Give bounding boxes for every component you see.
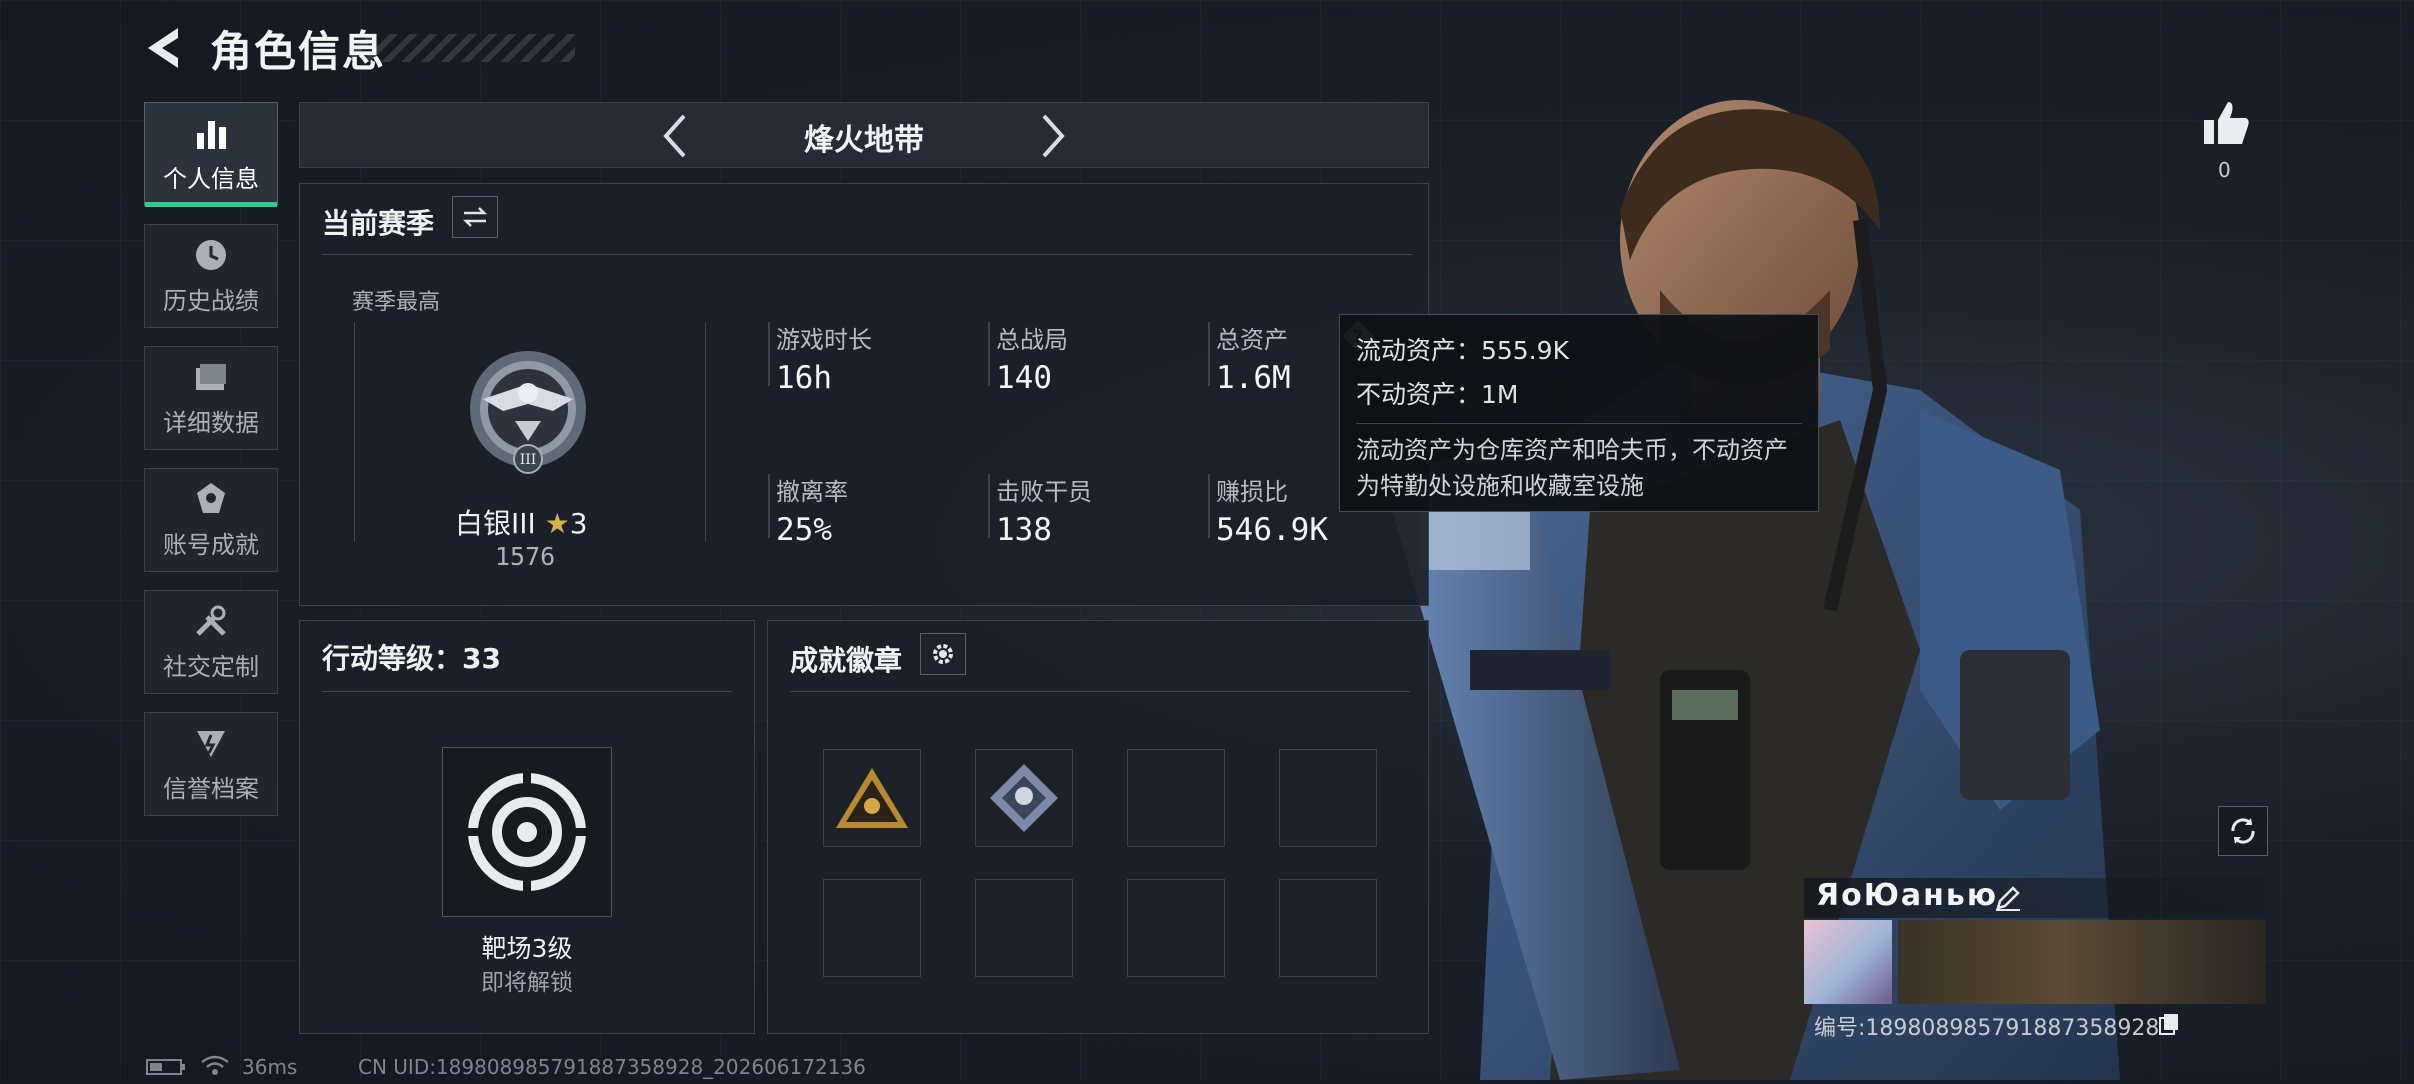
sidebar-item-social[interactable]: 社交定制 [144, 590, 278, 694]
stat-label-assets: 总资产 [1216, 326, 1288, 354]
sidebar-item-credit[interactable]: 信誉档案 [144, 712, 278, 816]
badge-settings-button[interactable] [920, 633, 966, 675]
refresh-icon [2231, 818, 2255, 844]
stat-separator [768, 474, 770, 538]
mode-title: 烽火地带 [804, 123, 924, 158]
avatar[interactable] [1804, 920, 1892, 1004]
sidebar-item-label: 个人信息 [163, 164, 259, 193]
stat-separator [1208, 322, 1210, 386]
badges-panel: 成就徽章 [767, 620, 1429, 1034]
pencil-icon [1996, 886, 2020, 911]
mode-selector: 烽火地带 [299, 102, 1429, 168]
level-title: 行动等级：33 [322, 642, 501, 675]
wifi-icon [200, 1054, 230, 1080]
badge-slot-empty[interactable] [1127, 749, 1225, 847]
stat-label-playtime: 游戏时长 [776, 326, 872, 354]
stat-value-playtime: 16h [776, 360, 832, 396]
switch-season-button[interactable] [452, 196, 498, 238]
sidebar-item-label: 详细数据 [163, 408, 259, 437]
ping-value: 36ms [242, 1055, 298, 1079]
copy-icon [2159, 1014, 2178, 1035]
sidebar-item-label: 历史战绩 [163, 286, 259, 315]
season-panel: 当前赛季 赛季最高 III 白银III ★3 1576 游戏时长 16h 总战局… [299, 183, 1429, 606]
sidebar-item-details[interactable]: 详细数据 [144, 346, 278, 450]
stat-label-matches: 总战局 [996, 326, 1068, 354]
credit-icon [191, 725, 231, 761]
badge-slot-empty[interactable] [1279, 749, 1377, 847]
clock-icon [191, 237, 231, 273]
wrench-icon [191, 603, 231, 639]
rank-name: 白银III [455, 507, 536, 540]
battery-icon [146, 1058, 186, 1080]
badge-slot[interactable] [975, 749, 1073, 847]
stat-separator [988, 322, 990, 386]
rank-label: 白银III ★3 [455, 502, 588, 542]
uid-text: CN UID:18980898579188735892‍8_2026061721… [358, 1055, 866, 1079]
divider [322, 691, 732, 692]
stat-value-extract-rate: 25% [776, 512, 832, 548]
back-arrow-icon [148, 28, 178, 68]
stat-separator [1208, 474, 1210, 538]
badge-slot[interactable] [823, 749, 921, 847]
triangle-badge-icon [836, 768, 908, 828]
refresh-button[interactable] [2218, 806, 2268, 856]
star-icon: ★ [544, 507, 570, 540]
stat-label-extract-rate: 撤离率 [776, 478, 848, 506]
svg-text:III: III [520, 452, 537, 468]
stat-label-profit-ratio: 赚损比 [1216, 478, 1288, 506]
sidebar-item-label: 信誉档案 [163, 774, 259, 803]
chevron-right-icon [1042, 114, 1065, 158]
sidebar-item-history[interactable]: 历史战绩 [144, 224, 278, 328]
stat-separator [988, 474, 990, 538]
divider [322, 254, 1412, 255]
back-button[interactable] [140, 22, 192, 74]
tooltip-liquid-assets: 流动资产：555.9K [1356, 336, 1569, 365]
like-button[interactable] [2200, 98, 2252, 152]
diamond-badge-icon [990, 764, 1058, 832]
sidebar-item-achievements[interactable]: 账号成就 [144, 468, 278, 572]
stat-value-assets: 1.6M [1216, 360, 1291, 396]
bar-chart-icon [191, 115, 231, 151]
like-count: 0 [2218, 158, 2231, 182]
gear-icon [933, 644, 953, 664]
unlock-item[interactable] [442, 747, 612, 917]
sidebar-item-label: 社交定制 [163, 652, 259, 681]
tooltip-fixed-assets: 不动资产：1M [1356, 380, 1519, 409]
rank-score: 1576 [495, 542, 556, 571]
player-id: 编号:18980898579188735892‍8 [1814, 1016, 2160, 1041]
season-peak-label: 赛季最高 [352, 290, 441, 315]
achievement-icon [191, 481, 231, 517]
sidebar-item-label: 账号成就 [163, 530, 259, 559]
stat-label-kills: 击败干员 [996, 478, 1092, 506]
level-panel: 行动等级：33 靶场3级 即将解锁 [299, 620, 755, 1034]
thumbs-up-icon [2204, 102, 2249, 144]
tooltip-description: 流动资产为仓库资产和哈夫币，不动资产为特勤处设施和收藏室设施 [1356, 423, 1802, 504]
edit-name-button[interactable] [1994, 884, 2022, 916]
badges-title: 成就徽章 [790, 644, 903, 677]
badge-slot-empty[interactable] [975, 879, 1073, 977]
folder-icon [191, 359, 231, 395]
stat-value-kills: 138 [996, 512, 1052, 548]
divider [790, 691, 1410, 692]
card-background-image[interactable] [1898, 920, 2266, 1004]
player-name: ЯоЮанью [1816, 878, 1999, 913]
swap-icon [462, 207, 488, 227]
stat-value-matches: 140 [996, 360, 1052, 396]
badge-slot-empty[interactable] [1279, 879, 1377, 977]
badge-slot-empty[interactable] [823, 879, 921, 977]
assets-tooltip: 流动资产：555.9K 不动资产：1M 流动资产为仓库资产和哈夫币，不动资产为特… [1339, 314, 1819, 512]
copy-id-button[interactable] [2158, 1012, 2180, 1040]
season-title: 当前赛季 [322, 207, 435, 240]
badge-slot-empty[interactable] [1127, 879, 1225, 977]
target-icon [465, 770, 589, 894]
rank-stars: 3 [569, 507, 588, 540]
title-decoration [350, 34, 575, 62]
stat-value-profit-ratio: 546.9K [1216, 512, 1328, 548]
next-mode-button[interactable] [1038, 113, 1068, 163]
sidebar-item-profile[interactable]: 个人信息 [144, 102, 278, 207]
rank-emblem-icon: III [463, 349, 593, 483]
unlock-name: 靶场3级 [481, 934, 573, 963]
stat-separator [768, 322, 770, 386]
unlock-hint: 即将解锁 [481, 970, 573, 996]
